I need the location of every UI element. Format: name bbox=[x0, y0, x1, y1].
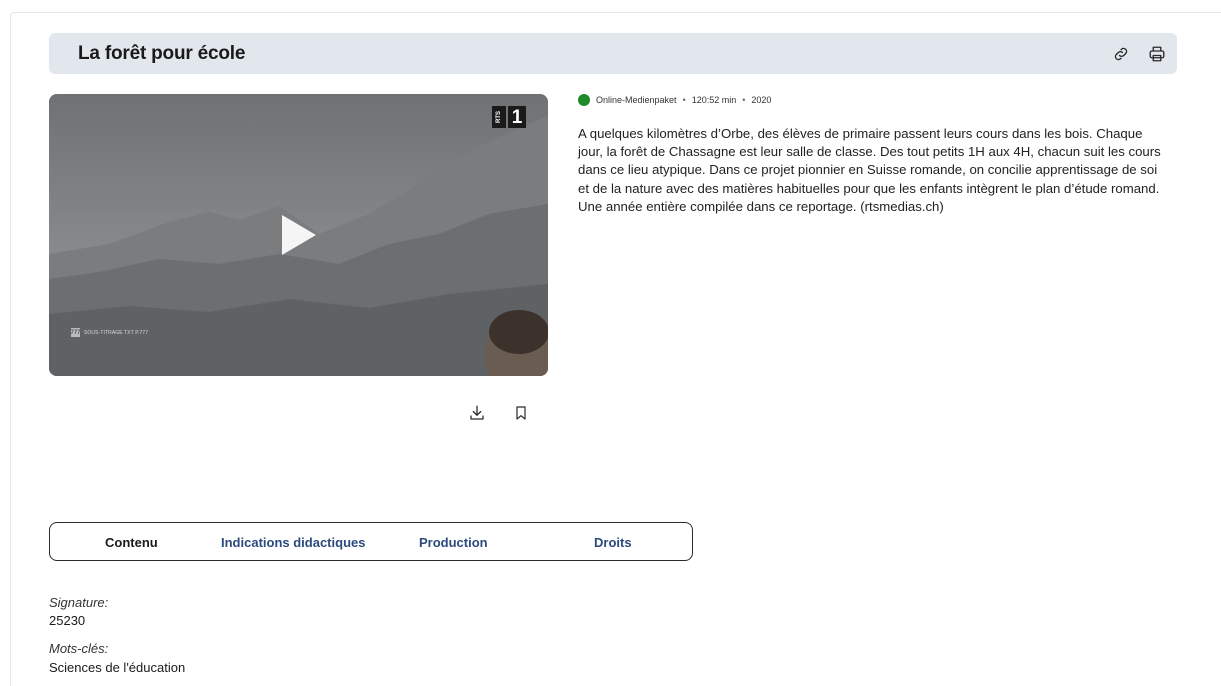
signature-value: 25230 bbox=[49, 613, 86, 628]
channel-logo: RTS 1 bbox=[492, 106, 526, 128]
media-duration: 120:52 min bbox=[691, 95, 737, 105]
media-actions bbox=[467, 403, 531, 423]
tab-droits[interactable]: Droits bbox=[594, 535, 632, 550]
signature-label: Signature: bbox=[49, 595, 109, 610]
status-dot bbox=[578, 94, 590, 106]
subtitle-badge: 777 bbox=[70, 328, 81, 337]
meta-separator: • bbox=[682, 95, 686, 105]
tab-indications-didactiques[interactable]: Indications didactiques bbox=[221, 535, 365, 550]
tab-contenu[interactable]: Contenu bbox=[105, 535, 158, 550]
logo-rts: RTS bbox=[492, 106, 506, 128]
bookmark-icon[interactable] bbox=[511, 403, 531, 423]
media-type: Online-Medienpaket bbox=[596, 95, 677, 105]
download-icon[interactable] bbox=[467, 403, 487, 423]
subtitle-overlay: 777 SOUS-TITRAGE TXT P.777 bbox=[71, 328, 148, 337]
print-icon[interactable] bbox=[1147, 44, 1167, 64]
meta-separator: • bbox=[742, 95, 746, 105]
tab-production[interactable]: Production bbox=[419, 535, 488, 550]
title-actions bbox=[1111, 33, 1167, 74]
tab-bar: Contenu Indications didactiques Producti… bbox=[49, 522, 693, 561]
play-icon[interactable] bbox=[278, 213, 318, 257]
keywords-value: Sciences de l'éducation bbox=[49, 660, 186, 675]
media-meta: Online-Medienpaket • 120:52 min • 2020 bbox=[578, 94, 771, 106]
link-icon[interactable] bbox=[1111, 44, 1131, 64]
logo-one: 1 bbox=[508, 106, 526, 128]
media-year: 2020 bbox=[751, 95, 772, 105]
video-player[interactable]: RTS 1 777 SOUS-TITRAGE TXT P.777 bbox=[49, 94, 548, 376]
subtitle-text: SOUS-TITRAGE TXT P.777 bbox=[84, 329, 149, 336]
keywords-label: Mots-clés: bbox=[49, 641, 109, 656]
page-title: La forêt pour école bbox=[78, 42, 246, 64]
description: A quelques kilomètres d’Orbe, des élèves… bbox=[578, 126, 1161, 214]
title-bar: La forêt pour école bbox=[49, 33, 1177, 74]
